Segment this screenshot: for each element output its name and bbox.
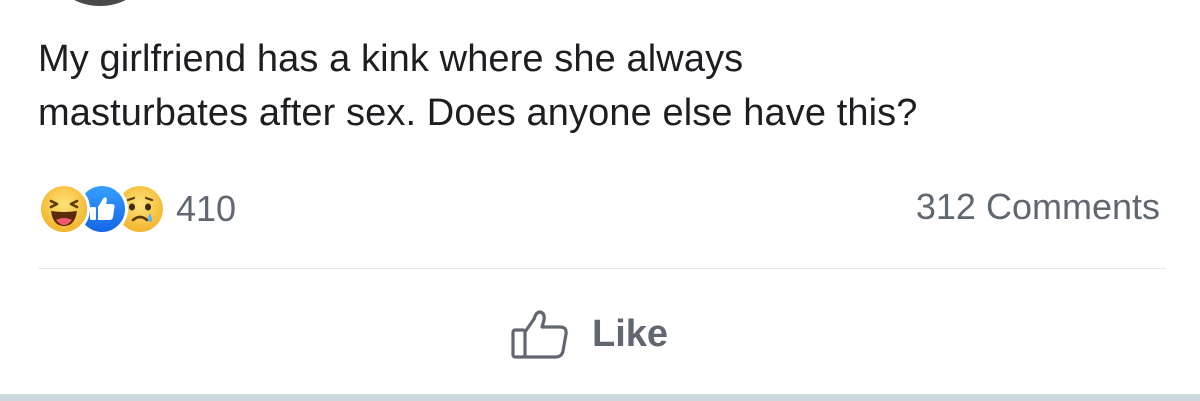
like-button[interactable]: Like	[510, 304, 668, 364]
reaction-count: 410	[176, 188, 237, 229]
post-stats: 410 312 Comments	[38, 180, 1160, 236]
comments-count-link[interactable]: 312 Comments	[916, 186, 1160, 228]
like-label: Like	[592, 312, 669, 355]
haha-icon	[38, 183, 90, 235]
divider	[38, 268, 1166, 269]
post-text-line-2: masturbates after sex. Does anyone else …	[38, 92, 918, 134]
post-text: My girlfriend has a kink where she alway…	[38, 32, 1158, 140]
post-text-line-1: My girlfriend has a kink where she alway…	[38, 38, 744, 80]
post-card: My girlfriend has a kink where she alway…	[0, 0, 1200, 401]
avatar[interactable]	[58, 0, 142, 6]
thumbs-up-icon	[510, 308, 572, 360]
card-bottom-border	[0, 394, 1200, 401]
reactions-summary[interactable]: 410	[38, 183, 237, 235]
